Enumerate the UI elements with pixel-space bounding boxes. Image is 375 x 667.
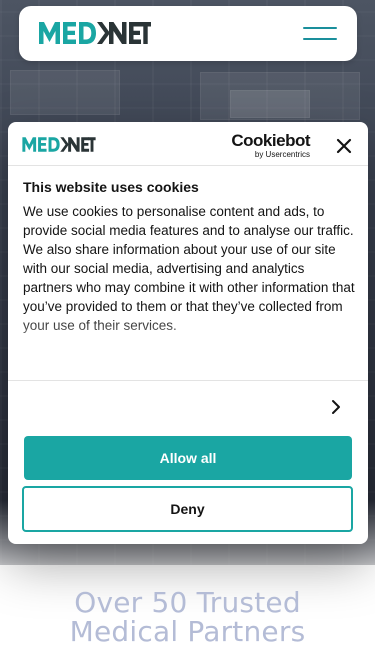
dialog-body: This website uses cookies We use cookies… xyxy=(23,178,355,368)
cookiebot-subtitle: by Usercentrics xyxy=(254,150,310,159)
hamburger-menu-icon[interactable] xyxy=(303,27,337,41)
show-details-row[interactable] xyxy=(8,381,368,433)
deny-button[interactable]: Deny xyxy=(22,486,353,532)
dialog-title: This website uses cookies xyxy=(23,179,199,195)
background-pallet xyxy=(10,70,120,115)
cookiebot-name: Cookiebot xyxy=(231,131,310,150)
dialog-mednet-logo xyxy=(22,136,96,153)
mednet-logo-mark xyxy=(39,22,151,44)
background-pallet xyxy=(230,90,310,118)
menu-line xyxy=(303,38,337,40)
cookie-consent-dialog: Cookiebot by Usercentrics This website u… xyxy=(8,122,368,544)
mednet-logo-mark xyxy=(22,137,96,152)
text-fade xyxy=(23,316,355,368)
close-icon-glyph xyxy=(336,138,352,154)
close-icon[interactable] xyxy=(334,136,354,156)
headline-line-2: Medical Partners xyxy=(69,615,306,648)
cookiebot-logo[interactable]: Cookiebot by Usercentrics xyxy=(220,131,310,160)
partners-headline: Over 50 Trusted Medical Partners xyxy=(0,588,375,646)
menu-line xyxy=(303,27,337,29)
chevron-right-icon xyxy=(329,399,343,415)
headline-line-1: Over 50 Trusted xyxy=(74,586,301,619)
mednet-logo[interactable] xyxy=(39,20,151,46)
top-nav-bar xyxy=(19,6,357,61)
dialog-header: Cookiebot by Usercentrics xyxy=(8,122,368,166)
allow-all-button[interactable]: Allow all xyxy=(24,436,352,480)
